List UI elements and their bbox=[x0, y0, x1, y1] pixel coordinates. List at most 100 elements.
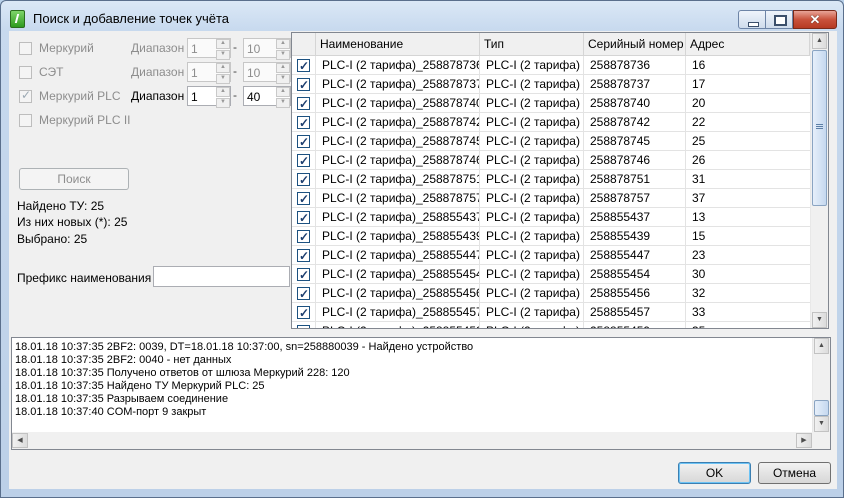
row-checkbox[interactable] bbox=[297, 247, 310, 265]
table-row[interactable]: PLC-I (2 тарифа)_258855457PLC-I (2 тариф… bbox=[292, 303, 810, 322]
title-bar[interactable]: Поиск и добавление точек учёта ✕ bbox=[1, 1, 843, 35]
cell-address: 16 bbox=[692, 58, 706, 72]
stepper-up-icon[interactable]: ▲ bbox=[276, 39, 290, 49]
table-row[interactable]: PLC-I (2 тарифа)_258855456PLC-I (2 тариф… bbox=[292, 284, 810, 303]
row-checkbox[interactable] bbox=[297, 133, 310, 151]
table-row[interactable]: PLC-I (2 тарифа)_258878751PLC-I (2 тариф… bbox=[292, 170, 810, 189]
ok-button[interactable]: OK bbox=[678, 462, 751, 484]
column-header-name[interactable]: Наименование bbox=[316, 33, 480, 55]
stepper-down-icon[interactable]: ▼ bbox=[216, 74, 230, 84]
mercury-checkbox[interactable] bbox=[19, 42, 32, 55]
stepper-up-icon[interactable]: ▲ bbox=[276, 63, 290, 73]
stepper-up-icon[interactable]: ▲ bbox=[276, 87, 290, 97]
stepper-down-icon[interactable]: ▼ bbox=[216, 98, 230, 108]
protocol-row-mercury-plc-ii: Меркурий PLC II bbox=[17, 110, 297, 132]
mercury-plc-to-stepper[interactable]: 40 ▲ ▼ bbox=[243, 86, 291, 108]
table-row[interactable]: PLC-I (2 тарифа)_258878757PLC-I (2 тариф… bbox=[292, 189, 810, 208]
minimize-button[interactable] bbox=[738, 10, 766, 29]
cell-serial: 258855447 bbox=[584, 246, 686, 265]
row-checkbox[interactable] bbox=[297, 266, 310, 284]
scroll-up-icon[interactable]: ▲ bbox=[814, 338, 829, 354]
mercury-plc-range-label: Диапазон bbox=[131, 89, 185, 103]
table-row[interactable]: PLC-I (2 тарифа)_258878740PLC-I (2 тариф… bbox=[292, 94, 810, 113]
cell-serial: 258878757 bbox=[584, 189, 686, 208]
mercury-plc-ii-checkbox[interactable] bbox=[19, 114, 32, 127]
row-checkbox[interactable] bbox=[297, 190, 310, 208]
column-header-serial[interactable]: Серийный номер bbox=[584, 33, 686, 55]
stepper-down-icon[interactable]: ▼ bbox=[216, 50, 230, 60]
row-checkbox[interactable] bbox=[297, 285, 310, 303]
table-row[interactable]: PLC-I (2 тарифа)_258878736PLC-I (2 тариф… bbox=[292, 56, 810, 75]
row-checkbox[interactable] bbox=[297, 152, 310, 170]
cancel-button[interactable]: Отмена bbox=[758, 462, 831, 484]
row-checkbox[interactable] bbox=[297, 114, 310, 132]
stepper-up-icon[interactable]: ▲ bbox=[216, 87, 230, 97]
scroll-up-icon[interactable]: ▲ bbox=[812, 33, 827, 49]
mercury-label: Меркурий bbox=[39, 41, 94, 55]
row-checkbox[interactable] bbox=[297, 304, 310, 322]
table-row[interactable]: PLC-I (2 тарифа)_258878746PLC-I (2 тариф… bbox=[292, 151, 810, 170]
cell-type: PLC-I (2 тарифа) bbox=[480, 303, 584, 322]
stepper-down-icon[interactable]: ▼ bbox=[276, 98, 290, 108]
cell-address: 35 bbox=[686, 322, 810, 328]
mercury-from-stepper[interactable]: 1 ▲ ▼ bbox=[187, 38, 231, 60]
set-to-stepper[interactable]: 10 ▲ ▼ bbox=[243, 62, 291, 84]
devices-grid: Наименование Тип Серийный номер Адрес PL… bbox=[291, 32, 829, 329]
column-header-type[interactable]: Тип bbox=[480, 33, 584, 55]
search-button[interactable]: Поиск bbox=[19, 168, 129, 190]
cell-type: PLC-I (2 тарифа) bbox=[480, 189, 584, 208]
set-checkbox[interactable] bbox=[19, 66, 32, 79]
cell-serial: 258855457 bbox=[584, 303, 686, 322]
maximize-button[interactable] bbox=[765, 10, 793, 29]
stepper-down-icon[interactable]: ▼ bbox=[276, 74, 290, 84]
log-textarea[interactable]: 18.01.18 10:37:35 2BF2: 0039, DT=18.01.1… bbox=[11, 337, 831, 450]
scroll-down-icon[interactable]: ▼ bbox=[814, 416, 829, 432]
row-checkbox[interactable] bbox=[297, 171, 310, 189]
header-select-all[interactable] bbox=[292, 33, 316, 55]
row-checkbox[interactable] bbox=[297, 228, 310, 246]
prefix-input[interactable] bbox=[153, 266, 290, 287]
row-checkbox[interactable] bbox=[297, 209, 310, 227]
mercury-plc-checkbox[interactable]: ✓ bbox=[19, 88, 32, 103]
table-row[interactable]: PLC-I (2 тарифа)_258855447PLC-I (2 тариф… bbox=[292, 246, 810, 265]
stepper-up-icon[interactable]: ▲ bbox=[216, 63, 230, 73]
stepper-up-icon[interactable]: ▲ bbox=[216, 39, 230, 49]
table-row[interactable]: PLC-I (2 тарифа)_258855459PLC-I (2 тариф… bbox=[292, 322, 810, 328]
set-from-stepper[interactable]: 1 ▲ ▼ bbox=[187, 62, 231, 84]
scroll-left-icon[interactable]: ◀ bbox=[12, 433, 28, 448]
stepper-down-icon[interactable]: ▼ bbox=[276, 50, 290, 60]
log-horizontal-scrollbar[interactable]: ◀ ▶ bbox=[12, 432, 813, 449]
log-line: 18.01.18 10:37:35 Получено ответов от шл… bbox=[15, 367, 350, 379]
grid-vertical-scrollbar[interactable]: ▲ ▼ bbox=[810, 33, 828, 328]
cell-serial: 258855454 bbox=[584, 265, 686, 284]
scroll-thumb[interactable] bbox=[814, 400, 829, 416]
minimize-icon bbox=[748, 22, 759, 27]
cell-name: PLC-I (2 тарифа)_258878757 bbox=[316, 189, 480, 208]
table-row[interactable]: PLC-I (2 тарифа)_258878745PLC-I (2 тариф… bbox=[292, 132, 810, 151]
row-checkbox[interactable] bbox=[297, 57, 310, 75]
table-row[interactable]: PLC-I (2 тарифа)_258855439PLC-I (2 тариф… bbox=[292, 227, 810, 246]
cell-serial: 258878746 bbox=[584, 151, 686, 170]
mercury-plc-ii-label: Меркурий PLC II bbox=[39, 113, 131, 127]
check-icon: ✓ bbox=[21, 88, 32, 102]
column-header-address[interactable]: Адрес bbox=[686, 33, 810, 55]
mercury-plc-from-stepper[interactable]: 1 ▲ ▼ bbox=[187, 86, 231, 108]
table-row[interactable]: PLC-I (2 тарифа)_258878737PLC-I (2 тариф… bbox=[292, 75, 810, 94]
row-checkbox[interactable] bbox=[297, 76, 310, 94]
scroll-down-icon[interactable]: ▼ bbox=[812, 312, 827, 328]
table-row[interactable]: PLC-I (2 тарифа)_258855454PLC-I (2 тариф… bbox=[292, 265, 810, 284]
scroll-thumb[interactable] bbox=[812, 50, 827, 206]
cell-serial: 258855439 bbox=[584, 227, 686, 246]
table-row[interactable]: PLC-I (2 тарифа)_258855437PLC-I (2 тариф… bbox=[292, 208, 810, 227]
mercury-to-stepper[interactable]: 10 ▲ ▼ bbox=[243, 38, 291, 60]
close-button[interactable]: ✕ bbox=[793, 10, 837, 29]
scroll-right-icon[interactable]: ▶ bbox=[796, 433, 812, 448]
selected-count: Выбрано: 25 bbox=[17, 232, 88, 246]
cell-type: PLC-I (2 тарифа) bbox=[480, 322, 584, 328]
table-row[interactable]: PLC-I (2 тарифа)_258878742PLC-I (2 тариф… bbox=[292, 113, 810, 132]
row-checkbox[interactable] bbox=[297, 323, 310, 328]
cell-address: 37 bbox=[692, 191, 706, 205]
row-checkbox[interactable] bbox=[297, 95, 310, 113]
log-vertical-scrollbar[interactable]: ▲ ▼ bbox=[812, 338, 830, 433]
cell-name: PLC-I (2 тарифа)_258878751 bbox=[316, 170, 480, 189]
